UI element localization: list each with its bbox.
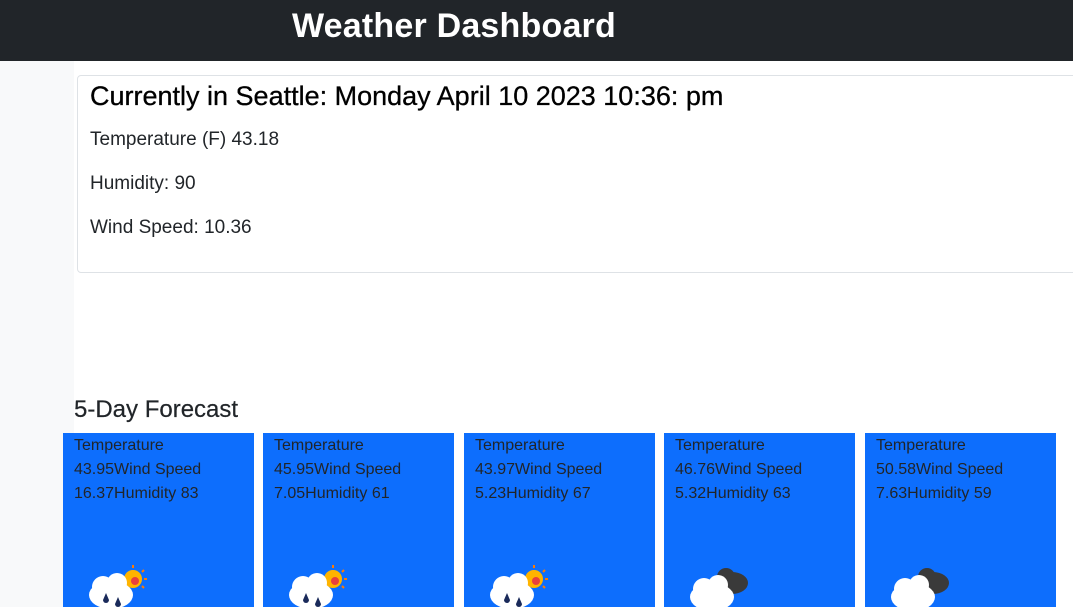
current-weather-card: Currently in Seattle: Monday April 10 20… (77, 75, 1073, 273)
current-wind-speed: Wind Speed: 10.36 (90, 217, 252, 238)
forecast-line-1: Temperature (876, 437, 966, 454)
current-weather-heading: Currently in Seattle: Monday April 10 20… (90, 81, 724, 111)
rain-sun-icon (89, 565, 147, 607)
forecast-line-2: 45.95Wind Speed (274, 461, 402, 478)
current-humidity: Humidity: 90 (90, 173, 196, 194)
forecast-line-3: 7.63Humidity 59 (876, 485, 992, 502)
forecast-line-2: 50.58Wind Speed (876, 461, 1004, 478)
forecast-card-day-2: Temperature 45.95Wind Speed 7.05Humidity… (263, 433, 454, 607)
forecast-line-2: 43.97Wind Speed (475, 461, 603, 478)
cloudy-icon (891, 568, 949, 607)
forecast-card-day-3: Temperature 43.97Wind Speed 5.23Humidity… (464, 433, 655, 607)
current-temperature: Temperature (F) 43.18 (90, 129, 280, 150)
forecast-line-3: 7.05Humidity 61 (274, 485, 390, 502)
forecast-card-day-4: Temperature 46.76Wind Speed 5.32Humidity… (664, 433, 855, 607)
forecast-line-1: Temperature (475, 437, 565, 454)
forecast-card-day-1: Temperature 43.95Wind Speed 16.37Humidit… (63, 433, 254, 607)
forecast-line-1: Temperature (274, 437, 364, 454)
top-navbar: Weather Dashboard (0, 0, 1073, 61)
forecast-line-3: 16.37Humidity 83 (74, 485, 199, 502)
forecast-line-1: Temperature (675, 437, 765, 454)
page-title: Weather Dashboard (292, 7, 616, 45)
rain-sun-icon (289, 565, 347, 607)
forecast-line-2: 46.76Wind Speed (675, 461, 803, 478)
forecast-line-3: 5.23Humidity 67 (475, 485, 591, 502)
forecast-line-3: 5.32Humidity 63 (675, 485, 791, 502)
forecast-card-day-5: Temperature 50.58Wind Speed 7.63Humidity… (865, 433, 1056, 607)
forecast-line-1: Temperature (74, 437, 164, 454)
forecast-title: 5-Day Forecast (74, 396, 239, 423)
cloudy-icon (690, 568, 748, 607)
rain-sun-icon (490, 565, 548, 607)
forecast-line-2: 43.95Wind Speed (74, 461, 202, 478)
